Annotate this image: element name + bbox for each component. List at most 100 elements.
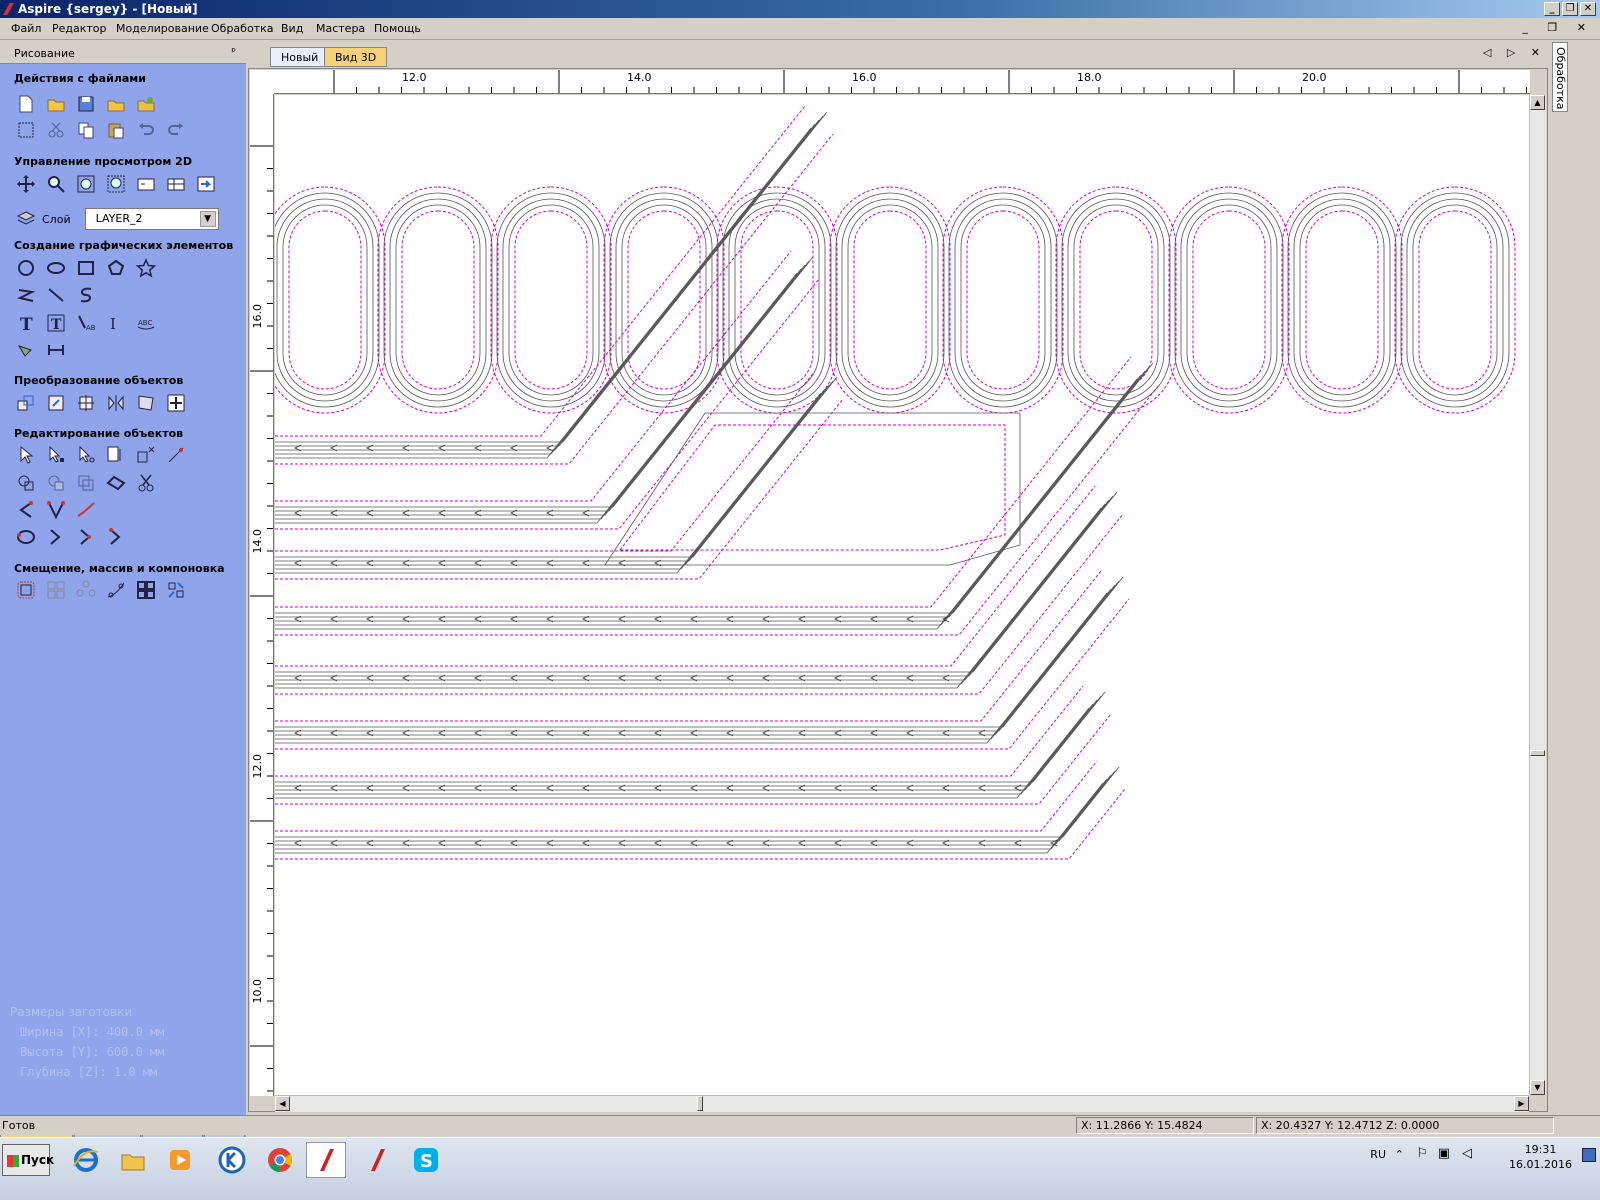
vertical-scrollbar[interactable]: ▲ ▼	[1529, 95, 1546, 1095]
scroll-right-icon[interactable]: ▶	[1514, 1096, 1529, 1111]
fillet-icon[interactable]	[106, 473, 126, 493]
minimize-button[interactable]: _	[1544, 2, 1560, 16]
explorer-icon[interactable]	[113, 1142, 153, 1178]
view-material-icon[interactable]	[136, 174, 156, 194]
move-icon[interactable]	[16, 393, 36, 413]
text-arc-icon[interactable]: I	[106, 313, 126, 333]
zoom-icon[interactable]	[46, 174, 66, 194]
interactive-select-icon[interactable]	[76, 445, 96, 465]
nesting-icon[interactable]	[166, 580, 186, 600]
drawing-canvas[interactable]	[275, 95, 1529, 1095]
skype-icon[interactable]: S	[406, 1142, 446, 1178]
extend-icon[interactable]	[46, 527, 66, 547]
star-icon[interactable]	[135, 258, 157, 278]
curve-icon[interactable]	[76, 285, 96, 305]
chrome-icon[interactable]	[260, 1142, 300, 1178]
trim-icon[interactable]	[166, 445, 186, 465]
scale-icon[interactable]	[136, 393, 156, 413]
set-origin-icon[interactable]	[166, 393, 186, 413]
save-icon[interactable]	[76, 94, 96, 114]
horizontal-scroll-thumb[interactable]	[697, 1096, 703, 1111]
menu-help[interactable]: Помощь	[374, 22, 421, 35]
intersect-icon[interactable]	[76, 473, 96, 493]
tab-new-document[interactable]: Новый	[270, 47, 330, 67]
cut-icon[interactable]	[46, 120, 66, 140]
menu-view[interactable]: Вид	[281, 22, 303, 35]
copy-along-vector-icon[interactable]	[106, 580, 126, 600]
vertical-scroll-thumb[interactable]	[1530, 750, 1545, 756]
copy-icon[interactable]	[76, 120, 96, 140]
select-all-icon[interactable]	[16, 120, 36, 140]
close-vector-icon[interactable]	[16, 527, 36, 547]
menu-edit[interactable]: Редактор	[52, 22, 107, 35]
select-by-layer-icon[interactable]	[106, 445, 126, 465]
mirror-icon[interactable]	[106, 393, 126, 413]
offset-icon[interactable]	[16, 580, 36, 600]
show-desktop-icon[interactable]	[1582, 1148, 1596, 1162]
menu-modeling[interactable]: Моделирование	[116, 22, 209, 35]
block-copy-icon[interactable]	[136, 580, 156, 600]
curve-fit-icon[interactable]	[46, 500, 66, 520]
array-icon[interactable]	[46, 580, 66, 600]
menu-toolpaths[interactable]: Обработка	[211, 22, 273, 35]
redo-icon[interactable]	[166, 120, 186, 140]
undo-icon[interactable]	[136, 120, 156, 140]
circular-array-icon[interactable]	[76, 580, 96, 600]
line-icon[interactable]	[46, 285, 66, 305]
autolayout-text-icon[interactable]: T	[46, 313, 66, 333]
text-on-curve-icon[interactable]: AB	[76, 313, 96, 333]
menu-wizards[interactable]: Мастера	[316, 22, 365, 35]
join-open-vectors-icon[interactable]	[16, 500, 36, 520]
select-arrow-icon[interactable]	[16, 445, 36, 465]
tab-navigation[interactable]: ◁ ▷ ✕	[1483, 46, 1546, 59]
text-icon[interactable]: T	[16, 313, 36, 335]
tab-3d-view[interactable]: Вид 3D	[324, 47, 388, 67]
scroll-down-icon[interactable]: ▼	[1530, 1080, 1545, 1095]
pin-icon[interactable]: ᵖ	[231, 45, 236, 58]
align-icon[interactable]	[46, 393, 66, 413]
dimension-icon[interactable]	[16, 340, 36, 360]
ellipse-icon[interactable]	[46, 258, 66, 278]
new-file-icon[interactable]	[16, 94, 36, 114]
language-indicator[interactable]: RU	[1370, 1148, 1386, 1161]
text-bend-icon[interactable]: ABC	[136, 313, 156, 333]
kompas-icon[interactable]	[212, 1142, 252, 1178]
chevron-down-icon[interactable]: ▼	[199, 211, 216, 227]
node-edit-icon[interactable]	[46, 445, 66, 465]
rectangle-icon[interactable]	[76, 258, 96, 278]
zoom-extents-icon[interactable]	[76, 174, 96, 194]
import-vectors-icon[interactable]	[106, 94, 126, 114]
trim-vector-icon[interactable]	[76, 527, 96, 547]
clock[interactable]: 19:31 16.01.2016	[1509, 1142, 1572, 1172]
zoom-selection-icon[interactable]	[106, 174, 126, 194]
action-center-flag-icon[interactable]: ⚐	[1416, 1146, 1428, 1161]
select-vectors-icon[interactable]	[136, 445, 156, 465]
side-tab-toolpaths[interactable]: Обработка	[1552, 42, 1568, 112]
mdi-controls[interactable]: _ ❐ ✕	[1522, 21, 1594, 34]
aspire-alt-icon[interactable]	[357, 1142, 397, 1178]
media-player-icon[interactable]	[160, 1142, 200, 1178]
scroll-left-icon[interactable]: ◀	[275, 1096, 290, 1111]
start-button[interactable]: Пуск	[2, 1144, 54, 1176]
maximize-button[interactable]: ❐	[1562, 2, 1578, 16]
bezier-icon[interactable]	[106, 527, 126, 547]
view-grid-icon[interactable]	[166, 174, 186, 194]
layer-select[interactable]: LAYER_2 ▼	[84, 208, 219, 230]
import-bitmap-icon[interactable]	[136, 94, 156, 114]
volume-icon[interactable]: ◁	[1462, 1146, 1472, 1161]
close-button[interactable]: ✕	[1580, 2, 1596, 16]
toggle-3d-icon[interactable]	[196, 174, 216, 194]
weld-icon[interactable]	[16, 473, 36, 493]
paste-icon[interactable]	[106, 120, 126, 140]
scissors-icon[interactable]	[136, 473, 156, 493]
polygon-icon[interactable]	[106, 258, 126, 278]
open-file-icon[interactable]	[46, 94, 66, 114]
pan-icon[interactable]	[16, 174, 36, 194]
circle-icon[interactable]	[16, 258, 36, 278]
center-icon[interactable]	[76, 393, 96, 413]
ie-icon[interactable]	[66, 1142, 106, 1178]
polyline-icon[interactable]	[16, 285, 36, 305]
horizontal-scrollbar[interactable]: ◀ ▶	[275, 1095, 1529, 1112]
measure-icon[interactable]	[46, 340, 66, 360]
tray-expand-icon[interactable]: ⌃	[1395, 1148, 1404, 1161]
